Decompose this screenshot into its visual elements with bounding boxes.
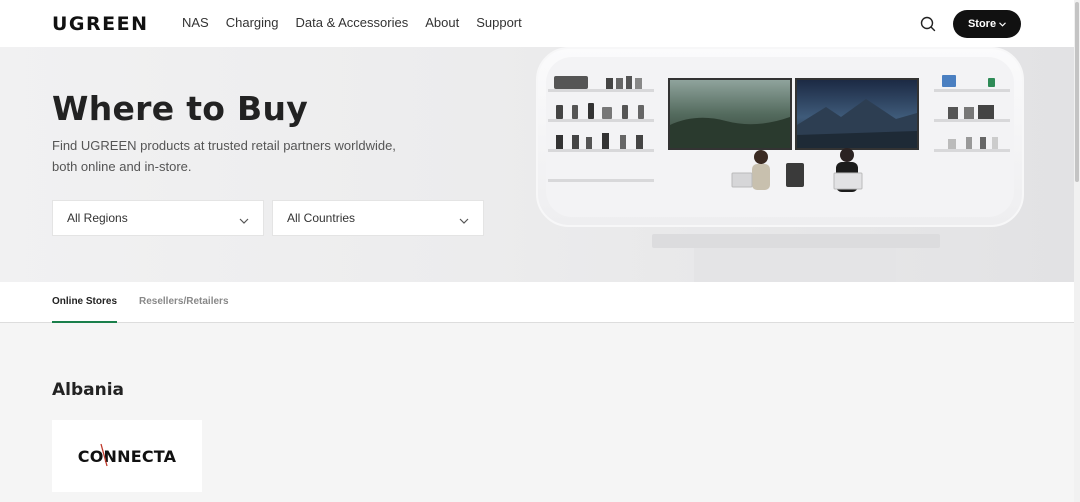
connecta-logo-text: CONNECTA (77, 446, 177, 466)
page-title: Where to Buy (52, 89, 309, 128)
nav-item-nas[interactable]: NAS (182, 16, 209, 30)
chevron-down-icon (239, 214, 249, 224)
nav-item-support[interactable]: Support (476, 16, 522, 30)
store-type-tabs: Online Stores Resellers/Retailers (0, 282, 1074, 323)
region-select-value: All Regions (67, 211, 128, 225)
nav-item-about[interactable]: About (425, 16, 459, 30)
scrollbar-thumb[interactable] (1075, 2, 1079, 182)
tab-resellers-retailers[interactable]: Resellers/Retailers (139, 296, 229, 307)
active-tab-indicator (52, 321, 117, 323)
page: UGREEN NAS Charging Data & Accessories A… (0, 0, 1080, 502)
connecta-logo: CONNECTA (77, 443, 177, 466)
display-table-base (694, 248, 896, 282)
store-button-label: Store (967, 18, 997, 30)
tab-online-stores[interactable]: Online Stores (52, 296, 117, 307)
store-card-connecta[interactable]: CONNECTA (52, 420, 202, 492)
country-select-value: All Countries (287, 211, 356, 225)
chevron-down-icon (999, 20, 1006, 29)
showroom-image (536, 47, 1024, 227)
search-icon[interactable] (919, 15, 937, 33)
hero-subtitle: Find UGREEN products at trusted retail p… (52, 138, 396, 174)
site-header: UGREEN NAS Charging Data & Accessories A… (0, 0, 1074, 47)
logo-slash-mark (100, 443, 108, 466)
display-table-top (652, 234, 940, 248)
store-button[interactable]: Store (953, 10, 1021, 38)
country-heading: Albania (52, 380, 125, 400)
ugreen-logo[interactable]: UGREEN (52, 13, 149, 35)
region-select[interactable]: All Regions (52, 200, 264, 236)
chevron-down-icon (459, 214, 469, 224)
page-scrollbar[interactable] (1074, 0, 1080, 502)
nav-item-charging[interactable]: Charging (226, 16, 279, 30)
nav-item-data-accessories[interactable]: Data & Accessories (296, 16, 409, 30)
main-nav: NAS Charging Data & Accessories About Su… (182, 16, 539, 30)
country-select[interactable]: All Countries (272, 200, 484, 236)
